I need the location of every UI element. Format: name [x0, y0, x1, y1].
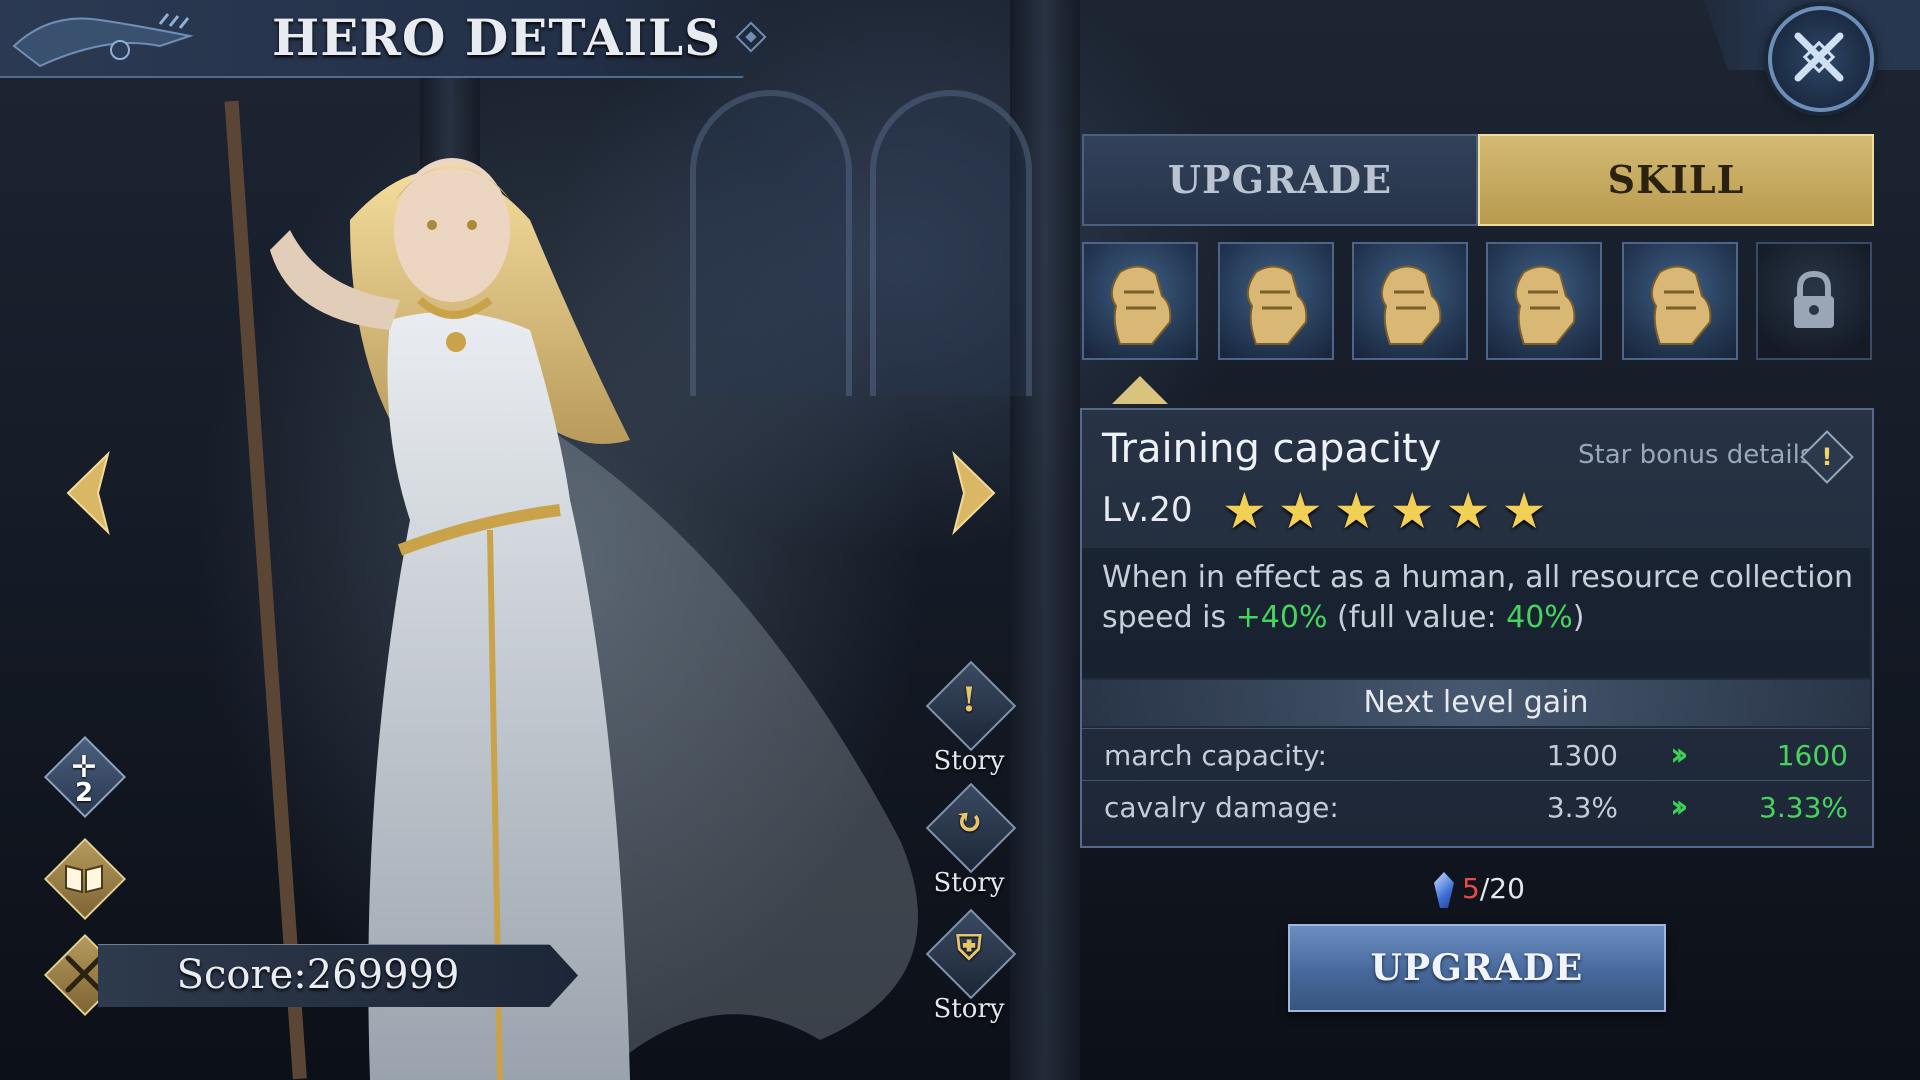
close-button[interactable]: [1768, 6, 1874, 112]
refresh-icon: ↻: [954, 802, 984, 842]
skill-slot-4[interactable]: [1486, 242, 1602, 360]
skill-slot-6-locked[interactable]: [1756, 242, 1872, 360]
gain-current-value: 1300: [1546, 739, 1618, 772]
skill-slot-2[interactable]: [1218, 242, 1334, 360]
helmet-icon: ⛨: [956, 928, 982, 968]
skill-slot-5[interactable]: [1622, 242, 1738, 360]
star-icon: ★: [1389, 482, 1435, 540]
gain-stat-label: march capacity:: [1104, 739, 1327, 772]
story-label: Story: [933, 868, 1005, 898]
hero-book-button[interactable]: [43, 837, 127, 921]
previous-hero-arrow[interactable]: [58, 448, 118, 538]
desc-full-value: 40%: [1506, 600, 1573, 635]
exclamation-icon: !: [961, 680, 977, 720]
skill-level: Lv.20: [1102, 490, 1193, 530]
desc-value: +40%: [1235, 600, 1328, 635]
selected-skill-pointer: [1112, 376, 1168, 404]
page-title: HERO DETAILS: [272, 8, 722, 67]
gain-current-value: 3.3%: [1546, 791, 1618, 824]
crystal-icon: [1434, 872, 1454, 908]
cost-owned: 5: [1462, 872, 1480, 905]
star-icon: ★: [1445, 482, 1491, 540]
story-label: Story: [933, 746, 1005, 776]
exclamation-icon: !: [1821, 443, 1833, 471]
skill-slot-3[interactable]: [1352, 242, 1468, 360]
skill-description: When in effect as a human, all resource …: [1102, 558, 1862, 638]
star-bonus-details-link[interactable]: Star bonus details: [1578, 440, 1813, 470]
skill-stars: ★ ★ ★ ★ ★ ★: [1222, 482, 1552, 540]
star-icon: ★: [1501, 482, 1547, 540]
close-icon: [1794, 32, 1844, 82]
story-button-3[interactable]: ⛨ Story: [914, 908, 1024, 1026]
tab-upgrade[interactable]: UPGRADE: [1082, 134, 1478, 226]
armored-knight-icon: [1110, 265, 1172, 345]
gain-row: march capacity: 1300 ›› 1600: [1082, 728, 1870, 779]
star-icon: ★: [1333, 482, 1379, 540]
cost-required: 20: [1489, 872, 1525, 905]
next-level-gain-header: Next level gain: [1082, 680, 1870, 726]
upgrade-button[interactable]: UPGRADE: [1288, 924, 1666, 1012]
upgrade-cost: 5/20: [1434, 872, 1525, 908]
desc-text: ): [1572, 600, 1585, 635]
gain-stat-label: cavalry damage:: [1104, 791, 1339, 824]
desc-text: (full value:: [1327, 600, 1507, 635]
story-button-2[interactable]: ↻ Story: [914, 782, 1024, 900]
skill-slot-1[interactable]: [1082, 242, 1198, 360]
book-icon: [65, 864, 103, 894]
gain-next-value: 3.33%: [1759, 791, 1848, 824]
armored-knight-icon: [1650, 265, 1712, 345]
dragon-emblem-icon: [12, 13, 194, 68]
gain-next-value: 1600: [1776, 739, 1848, 772]
armored-knight-icon: [1246, 265, 1308, 345]
double-chevron-icon: ››: [1670, 735, 1689, 773]
tab-skill[interactable]: SKILL: [1478, 134, 1874, 226]
hero-rank-badge[interactable]: ✛ 2: [43, 735, 127, 819]
rank-number: 2: [74, 778, 94, 808]
skill-name: Training capacity: [1102, 426, 1442, 472]
star-icon: ★: [1222, 482, 1267, 540]
cost-separator: /: [1479, 872, 1490, 905]
story-button-1[interactable]: ! Story: [914, 660, 1024, 778]
lock-icon: [1794, 270, 1834, 328]
next-hero-arrow[interactable]: [944, 448, 1004, 538]
double-chevron-icon: ››: [1670, 787, 1689, 825]
gain-row: cavalry damage: 3.3% ›› 3.33%: [1082, 780, 1870, 831]
diamond-ornament-icon: [735, 21, 767, 53]
armored-knight-icon: [1380, 265, 1442, 345]
score-value: Score:269999: [176, 952, 460, 998]
armored-knight-icon: [1514, 265, 1576, 345]
story-label: Story: [933, 994, 1005, 1024]
star-icon: ★: [1277, 482, 1323, 540]
